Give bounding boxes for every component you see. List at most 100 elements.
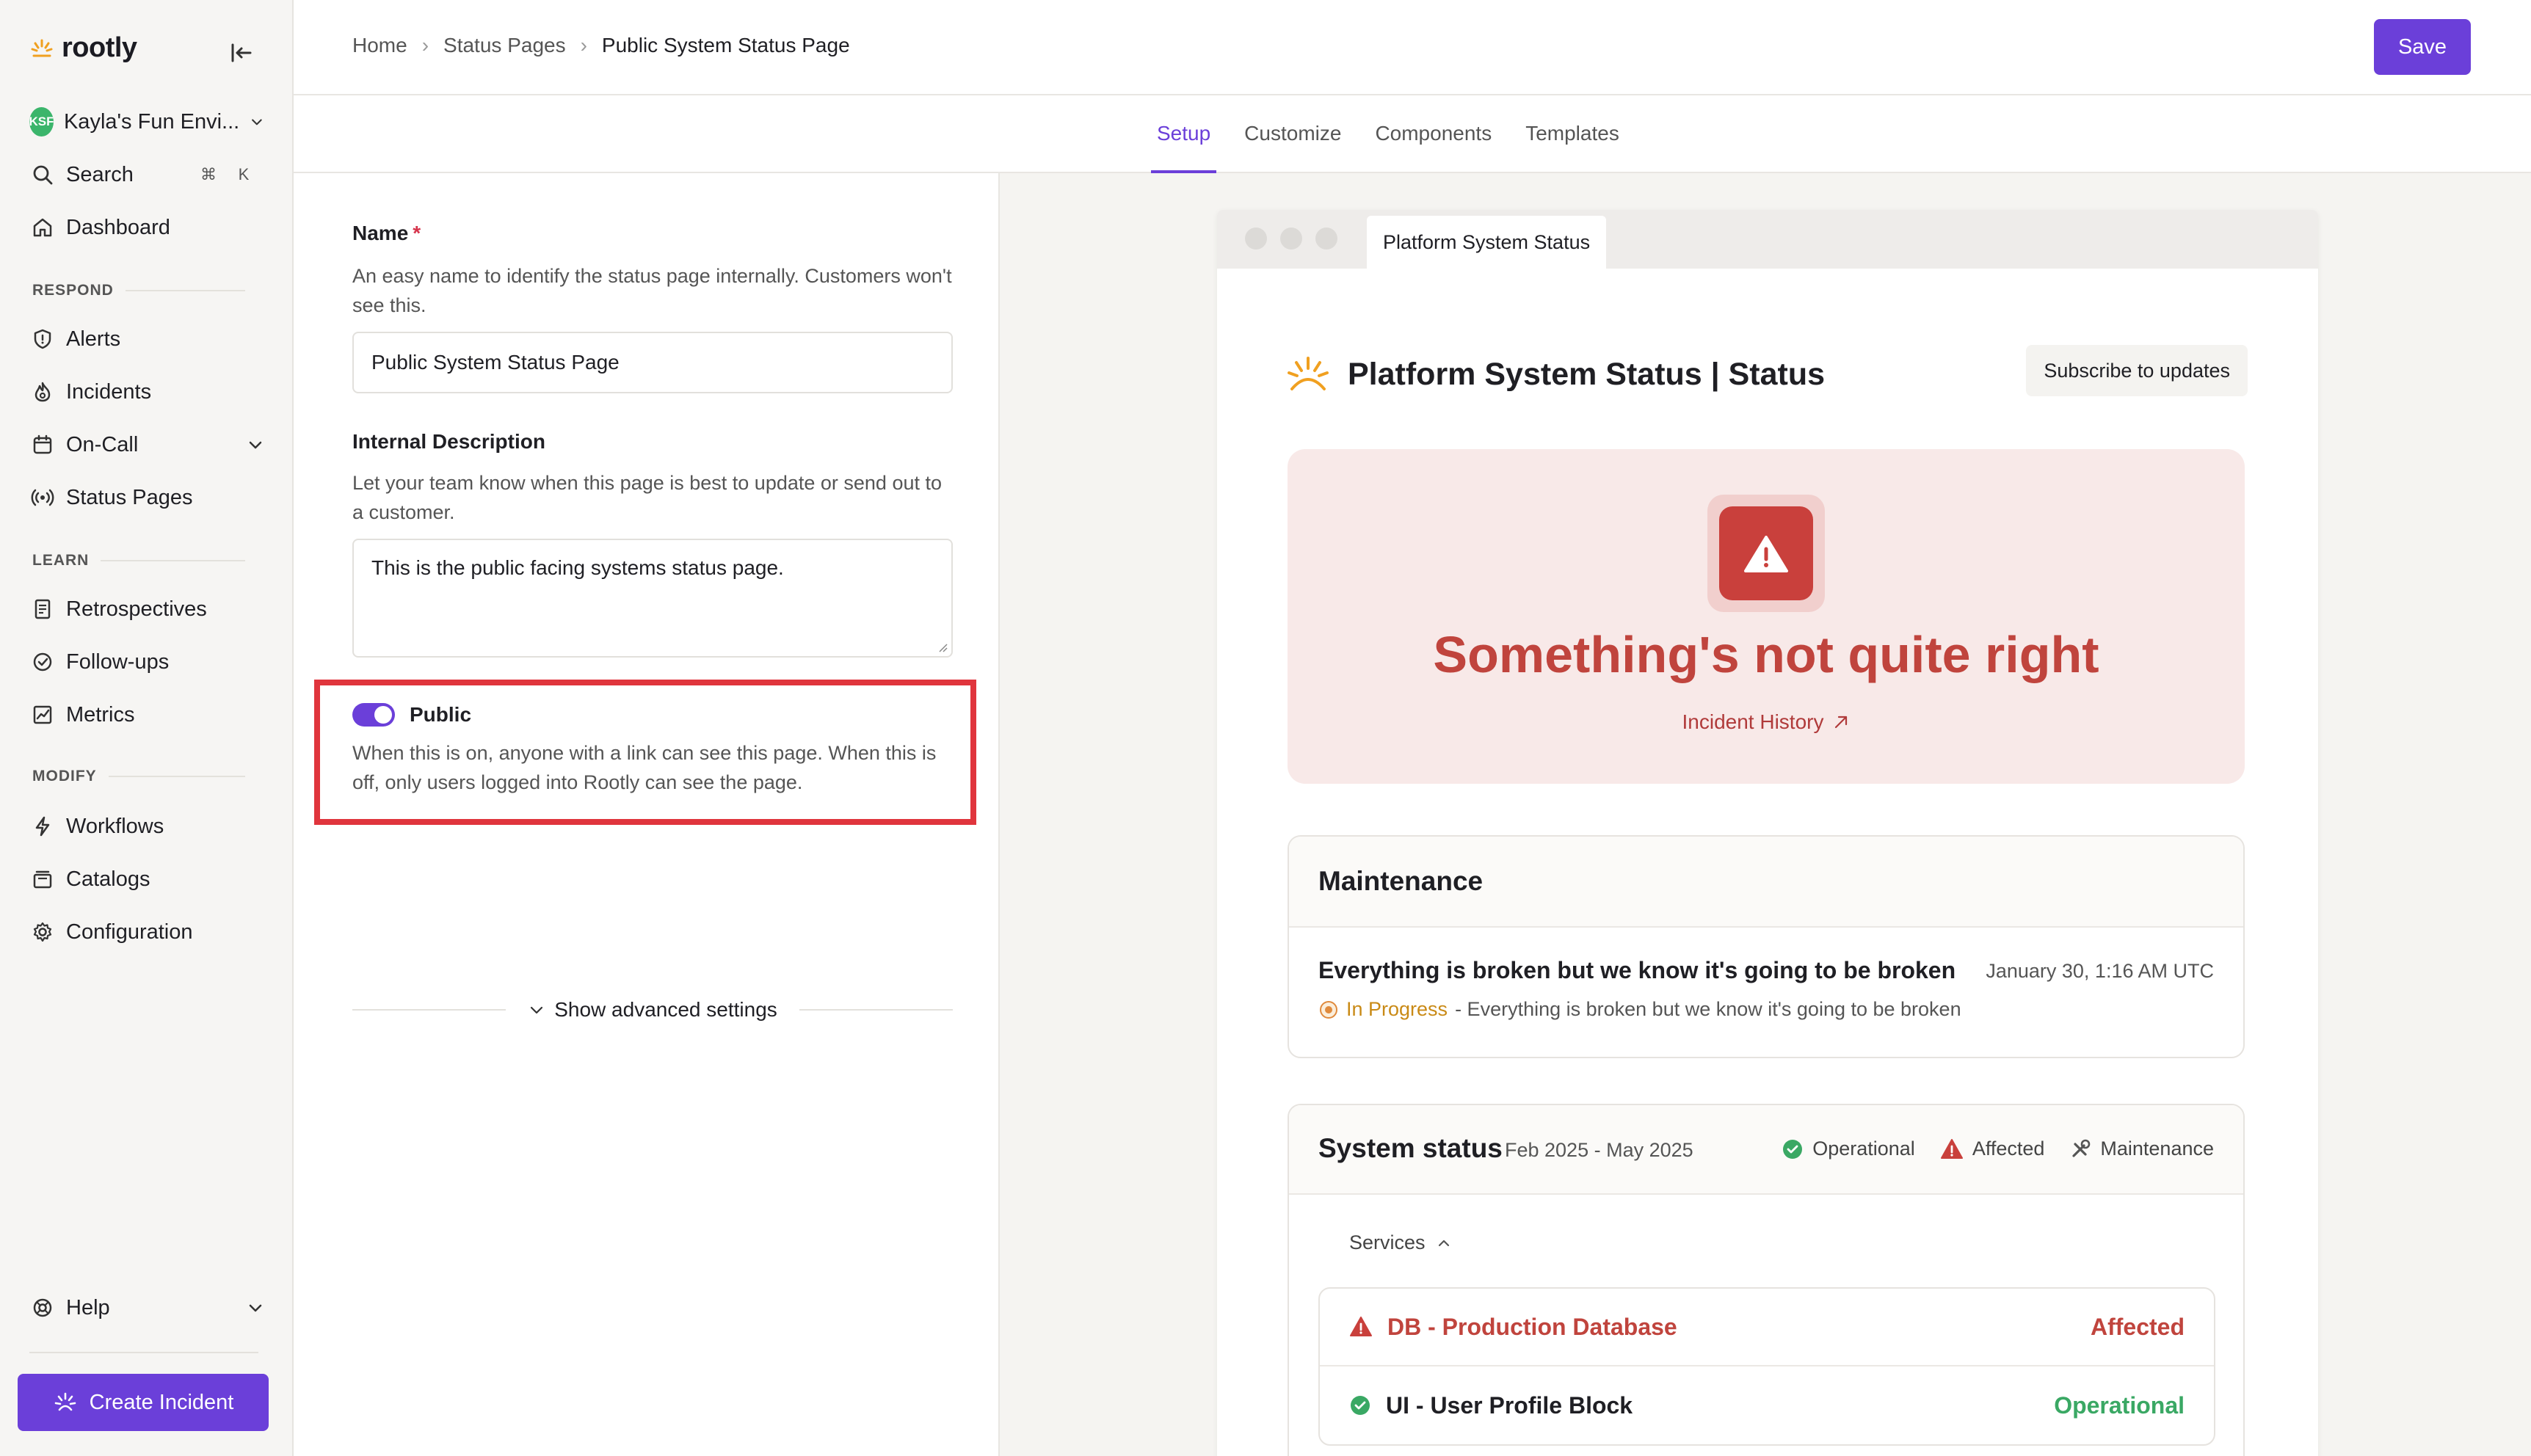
status-page-preview: Platform System Status Platform System S… bbox=[1000, 173, 2531, 1456]
sidebar-item-label: Metrics bbox=[66, 702, 135, 727]
search-icon bbox=[29, 161, 56, 188]
required-marker: * bbox=[413, 222, 421, 244]
warning-triangle-icon bbox=[1719, 506, 1813, 600]
service-state: Affected bbox=[2090, 1313, 2185, 1340]
public-help: When this is on, anyone with a link can … bbox=[352, 742, 937, 793]
name-input-value: Public System Status Page bbox=[371, 351, 620, 374]
browser-tab: Platform System Status bbox=[1367, 216, 1607, 269]
browser-frame: Platform System Status Platform System S… bbox=[1217, 210, 2318, 1456]
sidebar-item-workflows[interactable]: Workflows bbox=[29, 809, 264, 844]
name-field-help: An easy name to identify the status page… bbox=[352, 265, 952, 316]
create-incident-button[interactable]: Create Incident bbox=[18, 1374, 269, 1431]
show-advanced-settings-label: Show advanced settings bbox=[554, 998, 777, 1021]
legend-maintenance: Maintenance bbox=[2069, 1138, 2214, 1160]
service-row-ui-user-profile-block[interactable]: UI - User Profile Block Operational bbox=[1320, 1366, 2214, 1444]
public-toggle[interactable] bbox=[352, 703, 395, 727]
sidebar-item-label: Workflows bbox=[66, 814, 164, 838]
help-lifebuoy-icon bbox=[29, 1295, 56, 1321]
environment-switcher[interactable]: KSF Kayla's Fun Envi... bbox=[29, 107, 264, 136]
catalog-icon bbox=[29, 866, 56, 892]
legend-label: Operational bbox=[1812, 1138, 1915, 1160]
tab-customize[interactable]: Customize bbox=[1244, 95, 1341, 172]
sidebar-item-label: Follow-ups bbox=[66, 649, 170, 674]
browser-bar: Platform System Status bbox=[1217, 210, 2318, 269]
breadcrumb-status-pages[interactable]: Status Pages bbox=[443, 34, 566, 57]
legend-label: Affected bbox=[1972, 1138, 2045, 1160]
section-label-respond: RESPOND bbox=[32, 282, 245, 299]
brand-name: rootly bbox=[62, 32, 137, 63]
tab-setup[interactable]: Setup bbox=[1150, 95, 1217, 173]
resize-grip-icon[interactable] bbox=[938, 643, 948, 653]
save-button[interactable]: Save bbox=[2374, 19, 2471, 75]
sidebar-item-help[interactable]: Help bbox=[29, 1290, 264, 1325]
breadcrumb-home[interactable]: Home bbox=[352, 34, 407, 57]
tab-bar: Setup Customize Components Templates bbox=[294, 95, 2531, 173]
system-status-card: System status Feb 2025 - May 2025 Operat… bbox=[1288, 1104, 2245, 1456]
section-label-text: LEARN bbox=[32, 552, 90, 569]
name-input[interactable]: Public System Status Page bbox=[352, 332, 953, 393]
sidebar-item-status-pages[interactable]: Status Pages bbox=[29, 480, 264, 515]
sidebar-item-configuration[interactable]: Configuration bbox=[29, 914, 264, 950]
sidebar-item-label: On-Call bbox=[66, 432, 139, 456]
name-field-title: Name * bbox=[352, 222, 421, 245]
sidebar-item-retrospectives[interactable]: Retrospectives bbox=[29, 592, 264, 627]
system-status-title: System status bbox=[1318, 1133, 1503, 1163]
tab-components[interactable]: Components bbox=[1375, 95, 1492, 172]
section-divider bbox=[108, 776, 245, 777]
calendar-icon bbox=[29, 432, 56, 458]
maintenance-status-row: In Progress - Everything is broken but w… bbox=[1318, 998, 1961, 1021]
advanced-settings-row: Show advanced settings bbox=[352, 998, 953, 1022]
subscribe-to-updates-button[interactable]: Subscribe to updates bbox=[2026, 345, 2248, 396]
window-dot bbox=[1280, 228, 1302, 250]
search-shortcut: ⌘ K bbox=[195, 161, 257, 188]
sidebar-item-label: Catalogs bbox=[66, 867, 150, 891]
section-label-text: MODIFY bbox=[32, 768, 97, 785]
service-name: DB - Production Database bbox=[1387, 1313, 1677, 1340]
check-circle-icon bbox=[1351, 1396, 1370, 1415]
divider-line bbox=[352, 1009, 506, 1011]
sidebar-item-dashboard[interactable]: Dashboard bbox=[29, 210, 264, 245]
sidebar: rootly KSF Kayla's Fun Envi... Search ⌘ … bbox=[0, 0, 294, 1456]
sidebar-item-metrics[interactable]: Metrics bbox=[29, 697, 264, 732]
chevron-down-icon bbox=[249, 1304, 262, 1312]
external-arrow-icon bbox=[1835, 716, 1848, 729]
incident-history-link[interactable]: Incident History bbox=[1288, 710, 2245, 734]
tab-templates[interactable]: Templates bbox=[1525, 95, 1619, 172]
alert-icon-wrapper bbox=[1707, 495, 1825, 612]
alert-title: Something's not quite right bbox=[1433, 626, 2099, 683]
sidebar-item-on-call[interactable]: On-Call bbox=[29, 427, 264, 462]
search-nav-item[interactable]: Search ⌘ K bbox=[29, 157, 264, 192]
section-divider bbox=[101, 560, 245, 561]
description-textarea[interactable]: This is the public facing systems status… bbox=[352, 539, 953, 658]
collapse-sidebar-button[interactable] bbox=[225, 37, 257, 69]
gear-icon bbox=[29, 919, 56, 945]
maintenance-description: - Everything is broken but we know it's … bbox=[1455, 998, 1961, 1020]
chevron-up-icon bbox=[1438, 1240, 1449, 1246]
show-advanced-settings-button[interactable]: Show advanced settings bbox=[528, 998, 777, 1022]
check-circle-icon bbox=[1783, 1139, 1803, 1159]
sidebar-item-label: Incidents bbox=[66, 379, 152, 404]
section-label-text: RESPOND bbox=[32, 282, 114, 299]
sidebar-item-label: Alerts bbox=[66, 327, 121, 351]
incident-burst-icon bbox=[54, 1392, 76, 1411]
create-incident-label: Create Incident bbox=[89, 1390, 234, 1414]
chart-icon bbox=[29, 702, 56, 728]
check-circle-icon bbox=[29, 649, 56, 675]
sidebar-item-catalogs[interactable]: Catalogs bbox=[29, 862, 264, 897]
legend-affected: Affected bbox=[1940, 1138, 2045, 1160]
status-page-title: Platform System Status | Status bbox=[1348, 356, 1826, 392]
maintenance-header: Maintenance bbox=[1289, 837, 2243, 928]
sidebar-item-alerts[interactable]: Alerts bbox=[29, 321, 264, 357]
services-toggle[interactable]: Services bbox=[1349, 1231, 1452, 1254]
environment-name: Kayla's Fun Envi... bbox=[63, 109, 240, 134]
sidebar-item-follow-ups[interactable]: Follow-ups bbox=[29, 644, 264, 680]
shield-alert-icon bbox=[29, 326, 56, 352]
section-label-learn: LEARN bbox=[32, 552, 245, 569]
service-row-db-production-database[interactable]: DB - Production Database Affected bbox=[1320, 1289, 2214, 1366]
public-label: Public bbox=[410, 703, 472, 726]
sidebar-item-incidents[interactable]: Incidents bbox=[29, 374, 264, 410]
sidebar-item-label: Dashboard bbox=[66, 215, 170, 239]
maintenance-item[interactable]: Everything is broken but we know it's go… bbox=[1289, 928, 2243, 1057]
rootly-logo[interactable]: rootly bbox=[29, 32, 137, 64]
sidebar-item-label: Retrospectives bbox=[66, 597, 207, 621]
